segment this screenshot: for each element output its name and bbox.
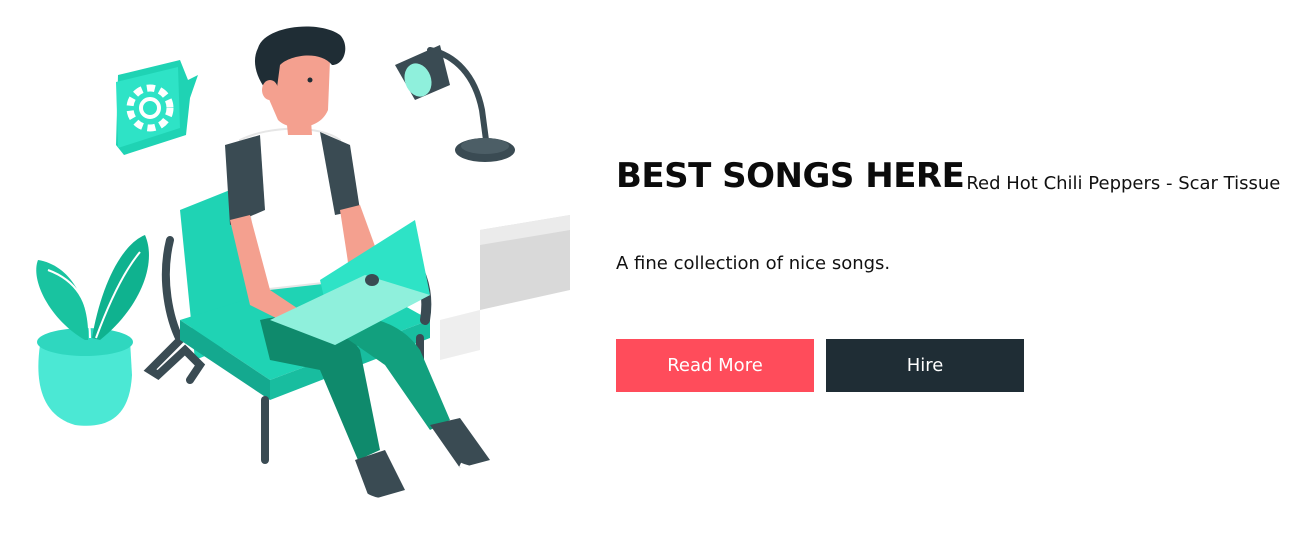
- hero-buttons: Read More Hire: [616, 339, 1024, 392]
- heading-row: BEST SONGS HERE Red Hot Chili Peppers - …: [616, 150, 1306, 202]
- read-more-button[interactable]: Read More: [616, 339, 814, 392]
- page-title: BEST SONGS HERE: [616, 156, 965, 196]
- hero-subtitle: A fine collection of nice songs.: [616, 253, 891, 274]
- plant-icon: [36, 235, 149, 426]
- hero-content: BEST SONGS HERE Red Hot Chili Peppers - …: [616, 150, 1306, 392]
- gear-icon: [116, 60, 198, 155]
- lamp-icon: [395, 45, 515, 162]
- hire-button[interactable]: Hire: [826, 339, 1024, 392]
- hero-illustration: [20, 20, 580, 530]
- desk-shape: [440, 215, 570, 360]
- now-playing-text: Red Hot Chili Peppers - Scar Tissue: [966, 173, 1281, 194]
